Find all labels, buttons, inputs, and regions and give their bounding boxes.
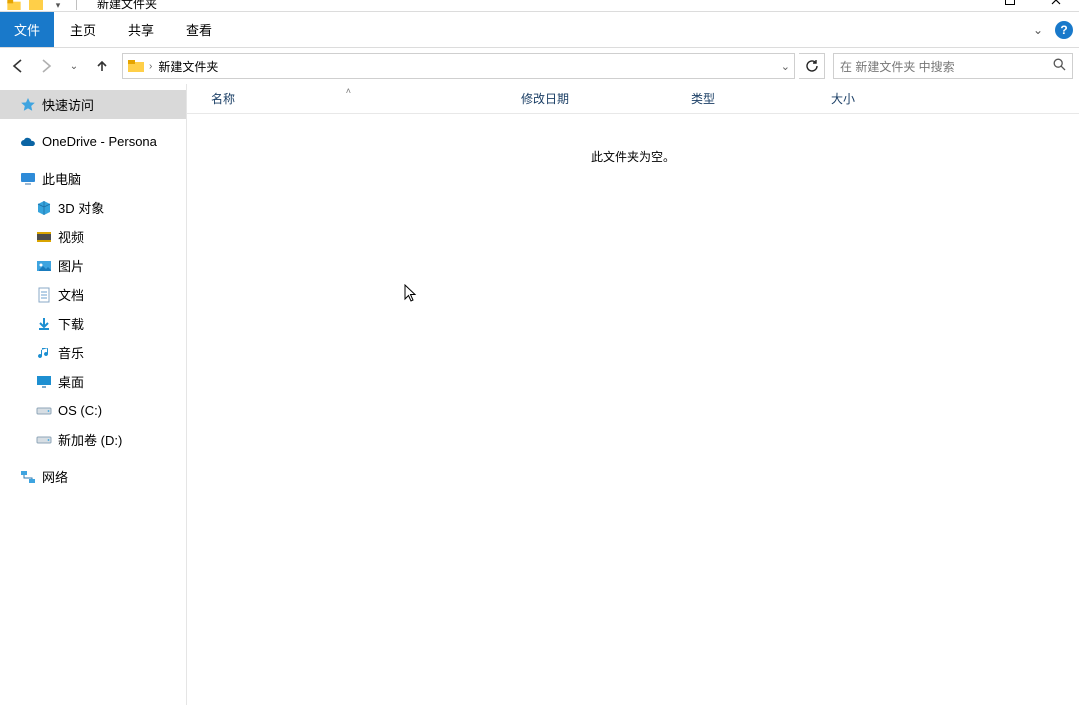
separator xyxy=(76,0,77,10)
column-header-label: 类型 xyxy=(691,90,715,107)
column-header-size[interactable]: 大小 xyxy=(831,90,951,107)
star-icon xyxy=(20,97,36,113)
sidebar-item-desktop[interactable]: 桌面 xyxy=(0,367,186,396)
desktop-icon xyxy=(36,374,52,390)
back-button[interactable] xyxy=(6,54,30,78)
video-icon xyxy=(36,229,52,245)
folder-icon xyxy=(127,57,145,75)
navigation-tree: 快速访问 OneDrive - Persona 此电脑 3D 对象 视频 图片 xyxy=(0,84,187,705)
qat-dropdown-icon[interactable]: ▾ xyxy=(50,0,66,10)
downloads-icon xyxy=(36,316,52,332)
empty-folder-text: 此文件夹为空。 xyxy=(187,148,1079,165)
search-input[interactable]: 在 新建文件夹 中搜索 xyxy=(833,53,1073,79)
sidebar-item-label: 桌面 xyxy=(58,372,84,391)
file-tab[interactable]: 文件 xyxy=(0,12,54,47)
sidebar-item-label: 音乐 xyxy=(58,343,84,362)
sidebar-item-quick-access[interactable]: 快速访问 xyxy=(0,90,186,119)
sidebar-item-label: 此电脑 xyxy=(42,169,81,188)
column-header-label: 修改日期 xyxy=(521,90,569,107)
sidebar-item-label: 网络 xyxy=(42,467,68,486)
sidebar-item-documents[interactable]: 文档 xyxy=(0,280,186,309)
network-icon xyxy=(20,469,36,485)
refresh-button[interactable] xyxy=(799,53,825,79)
sidebar-item-label: 视频 xyxy=(58,227,84,246)
pc-icon xyxy=(20,171,36,187)
forward-button[interactable] xyxy=(34,54,58,78)
pictures-icon xyxy=(36,258,52,274)
ribbon-expand-icon[interactable]: ⌄ xyxy=(1027,23,1049,37)
sidebar-item-label: OneDrive - Persona xyxy=(42,134,157,149)
sidebar-item-downloads[interactable]: 下载 xyxy=(0,309,186,338)
sidebar-item-label: 快速访问 xyxy=(42,95,94,114)
help-button[interactable]: ? xyxy=(1055,21,1073,39)
tab-home[interactable]: 主页 xyxy=(54,12,112,47)
up-button[interactable] xyxy=(90,54,114,78)
ribbon: 文件 主页 共享 查看 ⌄ ? xyxy=(0,12,1079,48)
folder-icon xyxy=(6,0,22,10)
sidebar-item-label: 图片 xyxy=(58,256,84,275)
maximize-button[interactable] xyxy=(987,0,1033,10)
address-bar[interactable]: › 新建文件夹 ⌄ xyxy=(122,53,795,79)
sidebar-item-pictures[interactable]: 图片 xyxy=(0,251,186,280)
recent-locations-button[interactable]: ⌄ xyxy=(62,54,86,78)
content-pane: 名称 ˄ 修改日期 类型 大小 此文件夹为空。 xyxy=(187,84,1079,705)
quick-access-toolbar: ▾ 新建文件夹 xyxy=(0,0,157,11)
window-title: 新建文件夹 xyxy=(97,0,157,12)
drive-icon xyxy=(36,432,52,448)
column-header-label: 名称 xyxy=(211,90,235,107)
sidebar-item-network[interactable]: 网络 xyxy=(0,462,186,491)
sort-indicator-icon: ˄ xyxy=(346,86,351,96)
sidebar-item-label: OS (C:) xyxy=(58,403,102,418)
sidebar-item-drive-c[interactable]: OS (C:) xyxy=(0,396,186,425)
cloud-icon xyxy=(20,134,36,150)
sidebar-item-label: 新加卷 (D:) xyxy=(58,430,122,449)
cube-icon xyxy=(36,200,52,216)
sidebar-item-videos[interactable]: 视频 xyxy=(0,222,186,251)
breadcrumb-separator-icon: › xyxy=(149,61,152,72)
sidebar-item-label: 3D 对象 xyxy=(58,198,104,217)
app-icon xyxy=(28,0,44,10)
column-headers: 名称 ˄ 修改日期 类型 大小 xyxy=(187,84,1079,114)
tab-view[interactable]: 查看 xyxy=(170,12,228,47)
column-header-name[interactable]: 名称 ˄ xyxy=(211,90,521,107)
navigation-row: ⌄ › 新建文件夹 ⌄ 在 新建文件夹 中搜索 xyxy=(0,48,1079,84)
sidebar-item-drive-d[interactable]: 新加卷 (D:) xyxy=(0,425,186,454)
column-header-type[interactable]: 类型 xyxy=(691,90,831,107)
breadcrumb-current[interactable]: 新建文件夹 xyxy=(156,58,220,75)
window-controls xyxy=(987,0,1079,10)
music-icon xyxy=(36,345,52,361)
close-button[interactable] xyxy=(1033,0,1079,10)
sidebar-item-label: 文档 xyxy=(58,285,84,304)
column-header-label: 大小 xyxy=(831,90,855,107)
sidebar-item-3d-objects[interactable]: 3D 对象 xyxy=(0,193,186,222)
sidebar-item-music[interactable]: 音乐 xyxy=(0,338,186,367)
title-bar: ▾ 新建文件夹 xyxy=(0,0,1079,12)
documents-icon xyxy=(36,287,52,303)
address-dropdown-icon[interactable]: ⌄ xyxy=(781,60,790,73)
drive-icon xyxy=(36,403,52,419)
sidebar-item-onedrive[interactable]: OneDrive - Persona xyxy=(0,127,186,156)
tab-share[interactable]: 共享 xyxy=(112,12,170,47)
column-header-date[interactable]: 修改日期 xyxy=(521,90,691,107)
search-icon[interactable] xyxy=(1053,58,1066,74)
search-placeholder: 在 新建文件夹 中搜索 xyxy=(840,58,955,75)
sidebar-item-label: 下载 xyxy=(58,314,84,333)
sidebar-item-this-pc[interactable]: 此电脑 xyxy=(0,164,186,193)
